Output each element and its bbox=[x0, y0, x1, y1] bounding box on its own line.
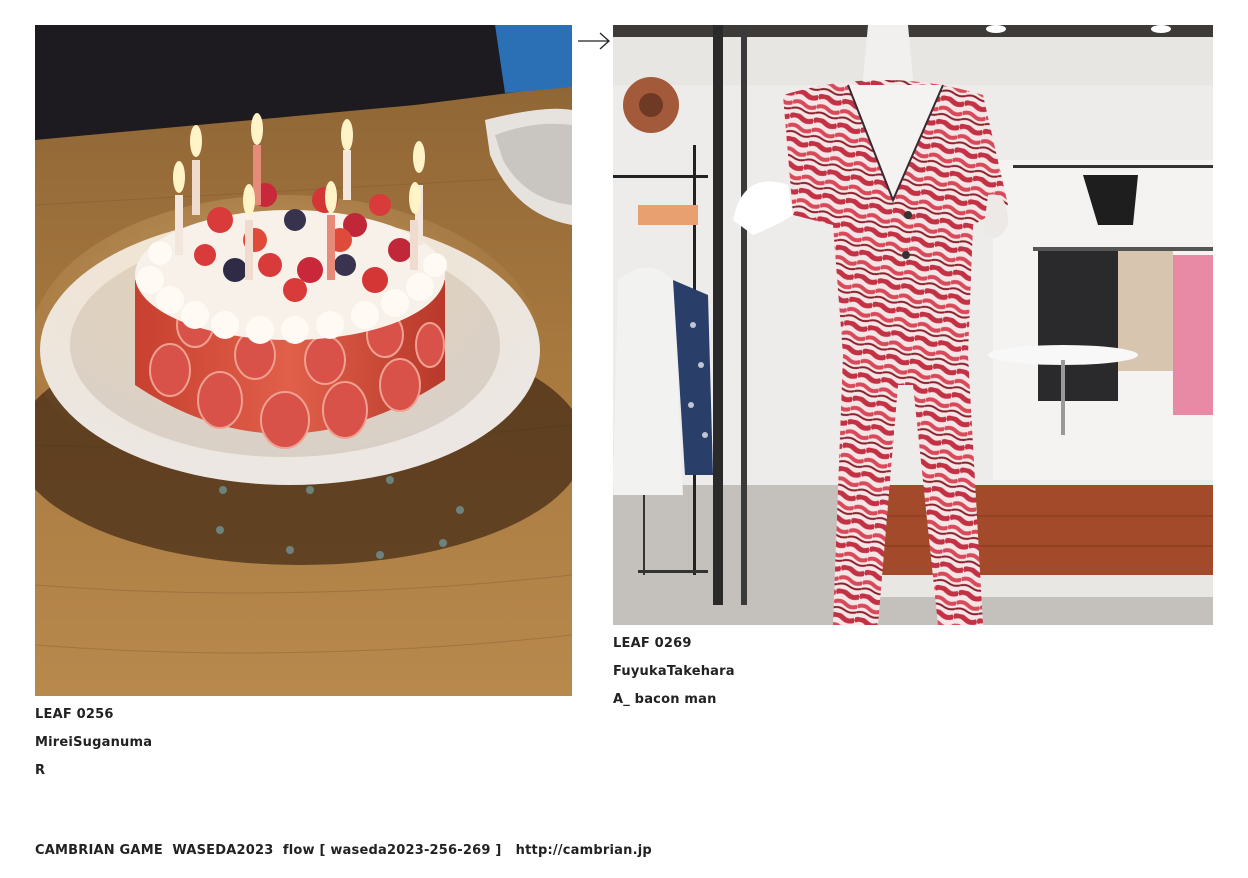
arrow-right-icon bbox=[578, 32, 610, 50]
leaf-number: LEAF 0269 bbox=[613, 636, 692, 651]
footer-text: CAMBRIAN GAME WASEDA2023 flow [ waseda20… bbox=[35, 843, 516, 858]
leaf-0256-caption: LEAF 0256 MireiSuganuma R bbox=[35, 701, 152, 785]
leaf-0269-caption: LEAF 0269 FuyukaTakehara A_ bacon man bbox=[613, 630, 735, 714]
leaf-number: LEAF 0256 bbox=[35, 707, 114, 722]
cake-photo bbox=[35, 25, 572, 696]
footer: CAMBRIAN GAME WASEDA2023 flow [ waseda20… bbox=[35, 843, 652, 858]
leaf-0269-image[interactable] bbox=[613, 25, 1213, 625]
author-name: FuyukaTakehara bbox=[613, 664, 735, 679]
work-title: A_ bacon man bbox=[613, 692, 717, 707]
leaf-0256-image[interactable] bbox=[35, 25, 572, 696]
mannequin-photo bbox=[613, 25, 1213, 625]
author-name: MireiSuganuma bbox=[35, 735, 153, 750]
cambrian-link[interactable]: http://cambrian.jp bbox=[516, 843, 652, 858]
work-title: R bbox=[35, 763, 46, 778]
